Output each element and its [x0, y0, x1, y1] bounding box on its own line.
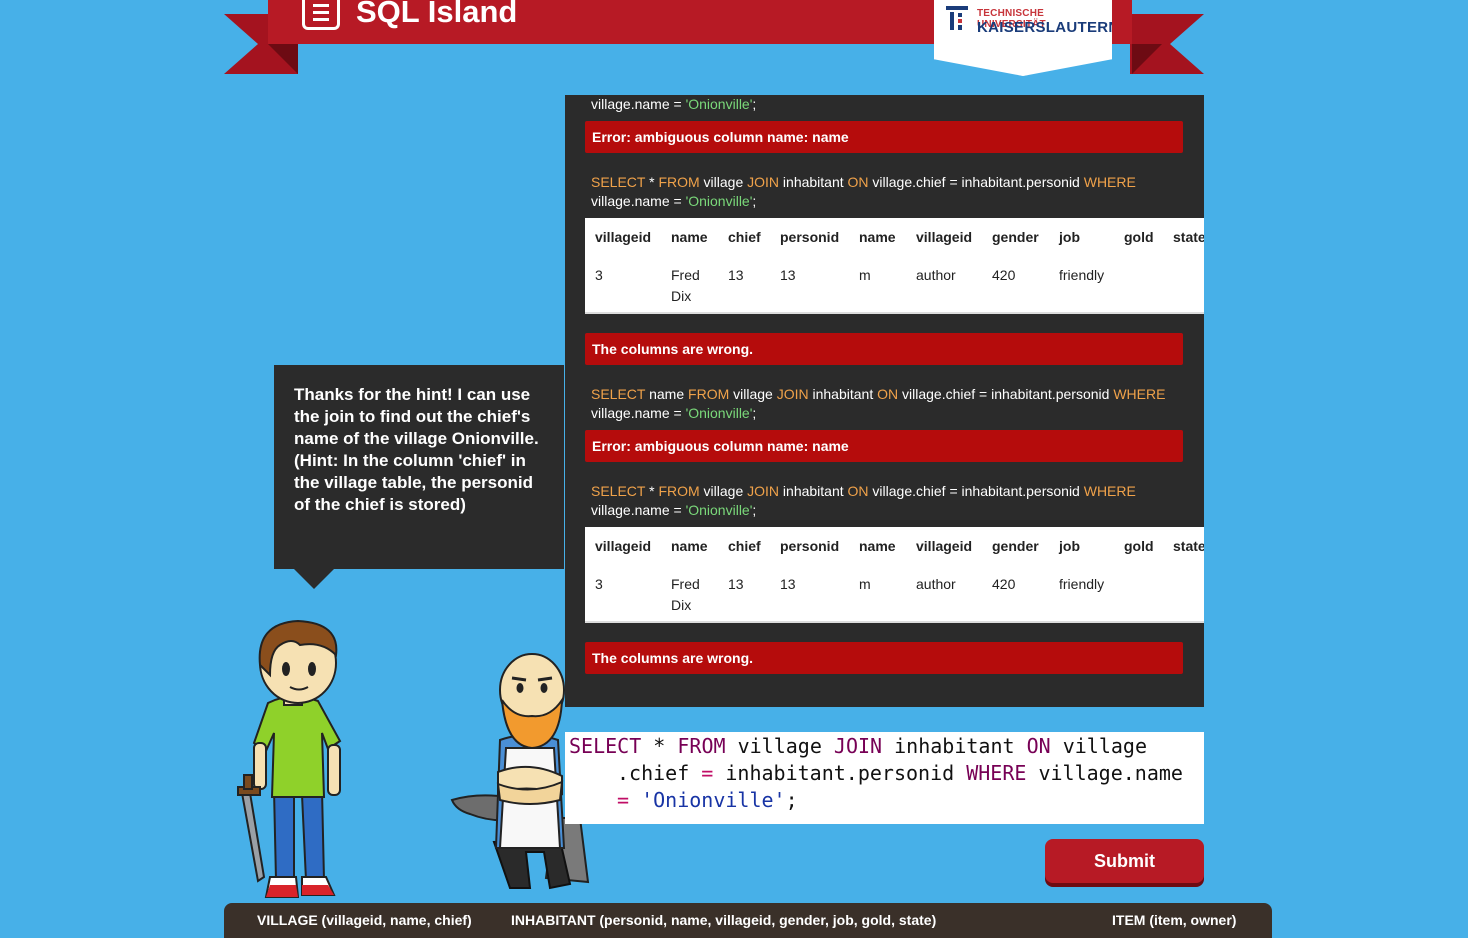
- result-table: villageid name chief personid name villa…: [585, 218, 1204, 314]
- table-cell: author: [916, 576, 956, 592]
- column-header: job: [1059, 229, 1080, 245]
- table-cell: author: [916, 267, 956, 283]
- table-cell: 420: [992, 576, 1016, 592]
- column-header: gold: [1124, 229, 1154, 245]
- column-header: gender: [992, 538, 1039, 554]
- column-header: villageid: [916, 229, 973, 245]
- editor-line: .chief = inhabitant.personid WHERE villa…: [617, 761, 1183, 785]
- schema-bar: VILLAGE (villageid, name, chief) INHABIT…: [224, 903, 1272, 938]
- table-cell: 13: [780, 267, 796, 283]
- table-cell: friendly: [1059, 576, 1105, 592]
- menu-icon[interactable]: [302, 0, 340, 30]
- schema-village[interactable]: VILLAGE (villageid, name, chief): [257, 912, 472, 928]
- column-header: job: [1059, 538, 1080, 554]
- error-message: The columns are wrong.: [585, 642, 1183, 674]
- schema-item[interactable]: ITEM (item, owner): [1112, 912, 1236, 928]
- submit-button[interactable]: Submit: [1045, 839, 1204, 883]
- column-header: gold: [1124, 538, 1154, 554]
- log-query: SELECT name FROM village JOIN inhabitant…: [591, 386, 1166, 421]
- table-cell: 3: [595, 576, 603, 592]
- column-header: name: [671, 538, 708, 554]
- schema-inhabitant[interactable]: INHABITANT (personid, name, villageid, g…: [511, 912, 936, 928]
- column-header: villageid: [595, 538, 652, 554]
- column-header: personid: [780, 229, 840, 245]
- university-badge: TECHNISCHE UNIVERSITÄT KAISERSLAUTERN: [934, 0, 1112, 76]
- editor-line: = 'Onionville';: [617, 788, 798, 812]
- table-cell: 13: [780, 576, 796, 592]
- error-message: Error: ambiguous column name: name: [585, 121, 1183, 153]
- player-character-icon: [237, 619, 342, 898]
- column-header: chief: [728, 538, 761, 554]
- error-message: Error: ambiguous column name: name: [585, 430, 1183, 462]
- error-message: The columns are wrong.: [585, 333, 1183, 365]
- column-header: villageid: [595, 229, 652, 245]
- column-header: chief: [728, 229, 761, 245]
- university-name-line2: KAISERSLAUTERN: [977, 19, 1120, 36]
- query-log-panel[interactable]: village.name = 'Onionville'; Error: ambi…: [565, 95, 1204, 707]
- speech-bubble-tail: [294, 569, 334, 589]
- column-header: name: [671, 229, 708, 245]
- sql-query-editor[interactable]: SELECT * FROM village JOIN inhabitant ON…: [565, 732, 1204, 824]
- app-title: SQL Island: [356, 0, 518, 29]
- table-cell: 13: [728, 267, 744, 283]
- speech-bubble: Thanks for the hint! I can use the join …: [274, 365, 564, 569]
- column-header: personid: [780, 538, 840, 554]
- result-table: villageid name chief personid name villa…: [585, 527, 1204, 623]
- editor-line: SELECT * FROM village JOIN inhabitant ON…: [569, 734, 1148, 758]
- table-cell: 420: [992, 267, 1016, 283]
- table-cell: Fred Dix: [671, 267, 700, 304]
- university-logo-icon: [946, 6, 968, 30]
- column-header: state: [1173, 538, 1204, 554]
- column-header: name: [859, 538, 896, 554]
- column-header: villageid: [916, 538, 973, 554]
- column-header: gender: [992, 229, 1039, 245]
- table-cell: Fred Dix: [671, 576, 700, 613]
- column-header: name: [859, 229, 896, 245]
- table-cell: m: [859, 267, 871, 283]
- log-query-line: village.name = 'Onionville';: [591, 96, 757, 112]
- log-query: SELECT * FROM village JOIN inhabitant ON…: [591, 174, 1136, 209]
- table-cell: m: [859, 576, 871, 592]
- log-query: SELECT * FROM village JOIN inhabitant ON…: [591, 483, 1136, 518]
- table-cell: 3: [595, 267, 603, 283]
- column-header: state: [1173, 229, 1204, 245]
- table-cell: 13: [728, 576, 744, 592]
- table-cell: friendly: [1059, 267, 1105, 283]
